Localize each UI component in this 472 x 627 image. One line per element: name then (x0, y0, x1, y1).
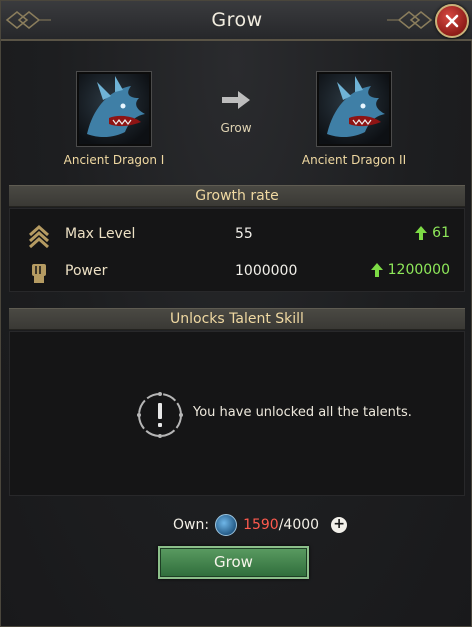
ornament-icon (387, 11, 433, 29)
stat-label: Power (65, 263, 108, 279)
add-resource-button[interactable]: + (331, 517, 348, 533)
grow-dialog: Grow Ancient Dragon I Grow Ancient Drago… (0, 0, 472, 627)
chevrons-up-icon (29, 224, 49, 249)
talent-skill-body: You have unlocked all the talents. (9, 331, 465, 496)
stat-current-value: 55 (235, 226, 253, 242)
stat-row-max-level: Max Level 55 61 (10, 220, 466, 250)
up-arrow-icon (370, 263, 383, 277)
stat-current-value: 1000000 (235, 263, 298, 279)
arrow-right-icon (222, 91, 250, 109)
own-resource-row: Own: 1590/4000 + (173, 514, 348, 536)
exclamation-icon (137, 392, 183, 438)
next-dragon-card: Ancient Dragon II (284, 71, 424, 167)
dragon-head-icon (327, 76, 385, 138)
grow-arrow-label: Grow (220, 121, 252, 135)
own-count: 1590 (243, 517, 279, 533)
talent-skill-header: Unlocks Talent Skill (9, 308, 465, 330)
own-label: Own: (173, 517, 210, 533)
next-dragon-name: Ancient Dragon II (301, 153, 407, 167)
growth-rate-header: Growth rate (9, 185, 465, 207)
dragon-portrait (316, 71, 392, 147)
stat-row-power: Power 1000000 1200000 (10, 257, 466, 287)
stat-new-number: 1200000 (387, 262, 450, 278)
current-dragon-card: Ancient Dragon I (44, 71, 184, 167)
dragon-portrait (76, 71, 152, 147)
title-bar: Grow (1, 1, 472, 41)
own-amount: 1590/4000 (243, 517, 319, 533)
close-button[interactable] (435, 4, 469, 38)
dragon-head-icon (87, 76, 145, 138)
stat-new-value: 1200000 (370, 262, 450, 278)
grow-button[interactable]: Grow (158, 546, 309, 579)
upgrade-arrow: Grow (207, 89, 265, 135)
talent-message: You have unlocked all the talents. (193, 405, 412, 420)
current-dragon-name: Ancient Dragon I (63, 153, 165, 167)
close-icon (445, 14, 459, 28)
stat-new-number: 61 (432, 225, 450, 241)
up-arrow-icon (415, 226, 428, 240)
own-required: 4000 (283, 517, 320, 533)
dragon-token-icon (215, 514, 238, 536)
stat-label: Max Level (65, 226, 136, 242)
fist-icon (32, 264, 46, 283)
growth-rate-body: Max Level 55 61 Power 1000000 1200000 (9, 208, 465, 292)
stat-new-value: 61 (414, 225, 450, 241)
